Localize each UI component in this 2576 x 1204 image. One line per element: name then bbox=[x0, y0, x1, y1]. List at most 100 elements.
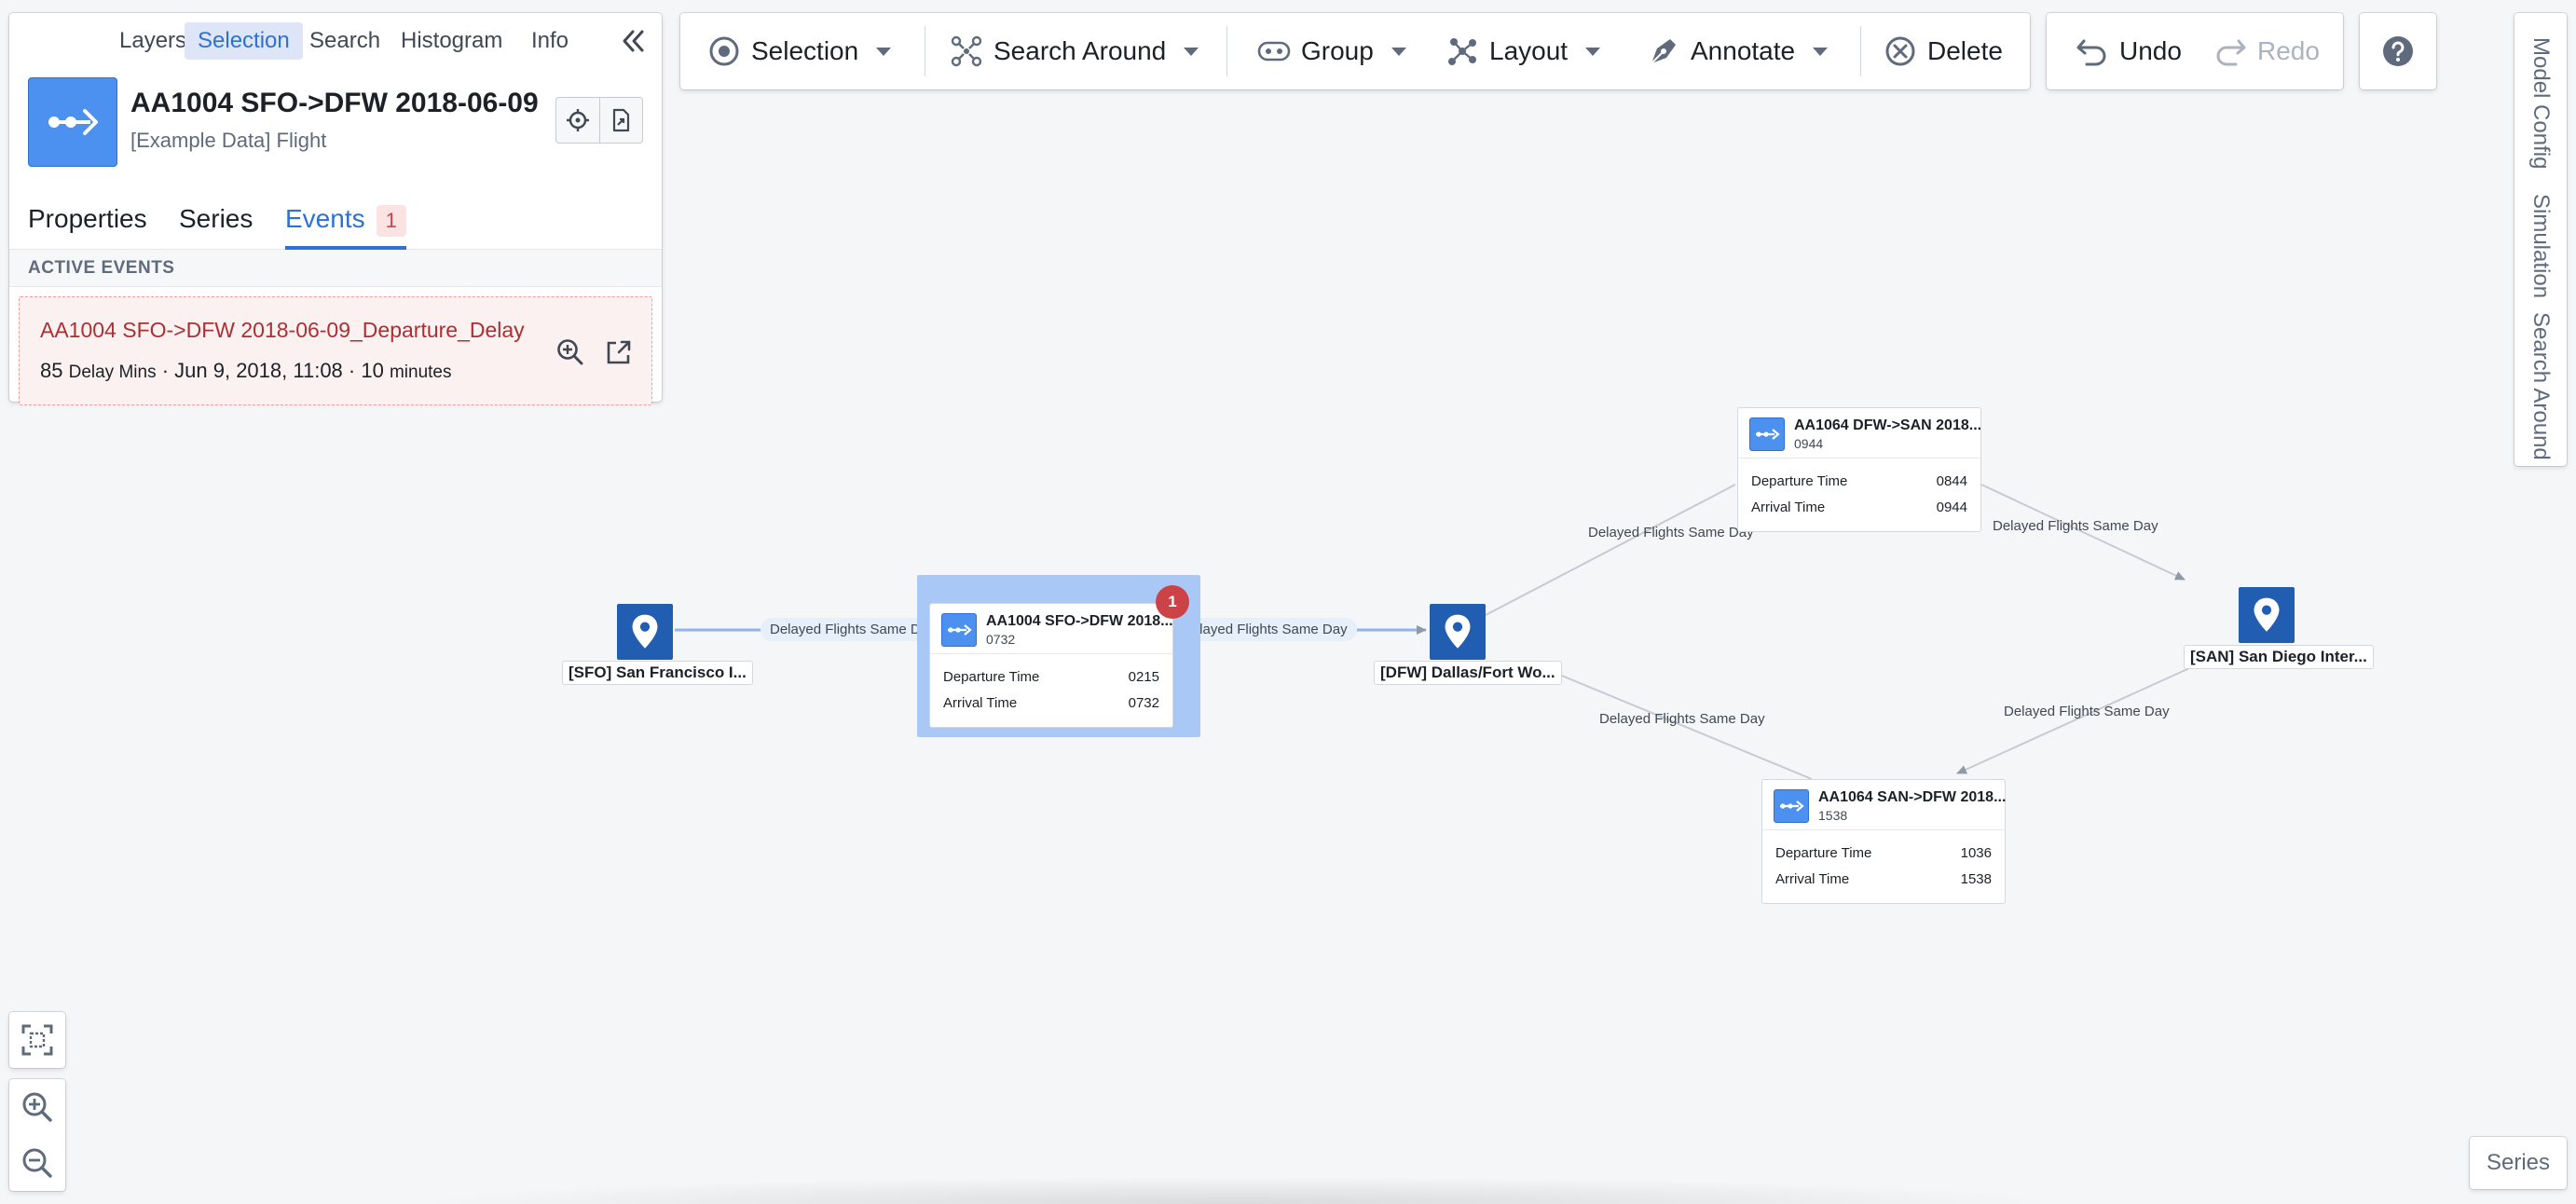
caret-down-icon bbox=[1391, 48, 1406, 56]
edge-label: Delayed Flights Same Day bbox=[1588, 525, 1754, 540]
event-meta: 85 Delay Mins · Jun 9, 2018, 11:08 · 10 … bbox=[40, 359, 452, 383]
zoom-in-icon bbox=[557, 339, 583, 365]
undo-button[interactable]: Undo bbox=[2075, 13, 2182, 89]
selection-menu-label: Selection bbox=[751, 36, 859, 65]
map-marker-icon bbox=[632, 614, 658, 649]
event-date: · Jun 9, 2018, 11:08 · bbox=[161, 359, 356, 382]
caret-down-icon bbox=[1184, 48, 1199, 56]
event-duration-value: 10 bbox=[361, 359, 384, 382]
tab-search[interactable]: Search bbox=[296, 22, 393, 60]
annotate-menu-button[interactable]: Annotate bbox=[1646, 13, 1830, 89]
open-event-button[interactable] bbox=[603, 336, 635, 368]
departure-value: 0844 bbox=[1936, 473, 1967, 489]
search-around-menu-button[interactable]: Search Around bbox=[949, 13, 1201, 89]
crosshair-icon bbox=[566, 109, 589, 131]
flight-node-header: AA1064 SAN->DFW 2018... 1538 bbox=[1762, 780, 2006, 830]
tab-info[interactable]: Info bbox=[518, 22, 582, 60]
double-chevron-left-icon bbox=[623, 30, 644, 52]
help-button[interactable] bbox=[2360, 13, 2436, 89]
undo-icon bbox=[2076, 39, 2106, 66]
event-card[interactable]: AA1004 SFO->DFW 2018-06-09_Departure_Del… bbox=[19, 296, 652, 405]
tab-properties[interactable]: Properties bbox=[28, 201, 147, 250]
help-circle-icon bbox=[2383, 36, 2413, 66]
arrival-label: Arrival Time bbox=[1751, 499, 1826, 515]
caret-down-icon bbox=[1813, 48, 1829, 56]
tab-events-label: Events bbox=[285, 204, 365, 233]
flight-node-aa1064-dfw-san[interactable]: AA1064 DFW->SAN 2018... 0944 Departure T… bbox=[1737, 407, 1981, 532]
group-menu-label: Group bbox=[1301, 36, 1374, 65]
undo-label: Undo bbox=[2119, 36, 2182, 65]
zoom-to-event-button[interactable] bbox=[555, 336, 586, 368]
departure-label: Departure Time bbox=[1775, 845, 1872, 861]
redo-button[interactable]: Redo bbox=[2213, 13, 2320, 89]
location-label-sfo: [SFO] San Francisco I... bbox=[562, 661, 753, 685]
edge-label: Delayed Flights Same Day bbox=[1993, 518, 2158, 534]
tab-model-config[interactable]: Model Config bbox=[2514, 26, 2567, 181]
panel-tabs: Layers Selection Search Histogram Info bbox=[9, 13, 662, 65]
fit-to-screen-control bbox=[9, 1012, 65, 1068]
delete-button[interactable]: Delete bbox=[1883, 13, 2003, 89]
open-document-button[interactable] bbox=[598, 98, 643, 143]
redo-icon bbox=[2216, 39, 2246, 66]
tab-selection[interactable]: Selection bbox=[185, 22, 303, 60]
flight-subtitle: 0732 bbox=[986, 632, 1016, 647]
departure-label: Departure Time bbox=[1751, 473, 1848, 489]
selection-menu-button[interactable]: Selection bbox=[706, 13, 894, 89]
event-value: 85 bbox=[40, 359, 63, 382]
graph-nodes-icon bbox=[951, 35, 982, 67]
flight-subtitle: 0944 bbox=[1794, 436, 1824, 451]
tab-events[interactable]: Events 1 bbox=[285, 201, 406, 250]
zoom-controls bbox=[9, 1079, 65, 1191]
tab-histogram[interactable]: Histogram bbox=[388, 22, 515, 60]
series-drawer-button[interactable]: Series bbox=[2470, 1137, 2567, 1189]
event-unit: Delay Mins bbox=[68, 363, 157, 382]
layout-graph-icon bbox=[1448, 38, 1476, 65]
active-events-header: ACTIVE EVENTS bbox=[9, 250, 662, 287]
location-label-dfw: [DFW] Dallas/Fort Wo... bbox=[1374, 661, 1562, 685]
selection-panel: Layers Selection Search Histogram Info A… bbox=[9, 13, 662, 405]
locate-button[interactable] bbox=[556, 98, 599, 143]
arrival-row: Arrival Time 1538 bbox=[1775, 871, 1992, 892]
toolbar-divider bbox=[1860, 26, 1861, 76]
arrival-label: Arrival Time bbox=[1775, 871, 1850, 887]
annotate-pen-icon bbox=[1651, 39, 1676, 64]
event-title: AA1004 SFO->DFW 2018-06-09_Departure_Del… bbox=[40, 318, 525, 342]
zoom-out-icon bbox=[22, 1148, 52, 1178]
events-count-badge: 1 bbox=[376, 205, 406, 237]
zoom-in-icon bbox=[22, 1092, 52, 1122]
annotate-menu-label: Annotate bbox=[1691, 36, 1796, 65]
group-menu-button[interactable]: Group bbox=[1256, 13, 1409, 89]
caret-down-icon bbox=[876, 48, 892, 56]
object-actions bbox=[555, 97, 643, 144]
group-objects-icon bbox=[1257, 41, 1291, 62]
collapse-panel-button[interactable] bbox=[617, 25, 649, 57]
arrival-row: Arrival Time 0732 bbox=[943, 695, 1159, 716]
tab-simulation[interactable]: Simulation bbox=[2514, 185, 2567, 308]
toolbar-divider bbox=[1226, 26, 1227, 76]
event-duration-unit: minutes bbox=[389, 363, 452, 382]
departure-label: Departure Time bbox=[943, 669, 1040, 685]
edge-label: Delayed Flights Same Day bbox=[1599, 711, 1765, 727]
right-side-tabs: Model Config Simulation Search Around bbox=[2514, 13, 2567, 466]
event-count-badge[interactable]: 1 bbox=[1156, 585, 1189, 619]
location-node-dfw[interactable] bbox=[1430, 604, 1486, 660]
fit-to-screen-button[interactable] bbox=[9, 1012, 65, 1068]
object-type: [Example Data] Flight bbox=[130, 129, 327, 152]
search-around-menu-label: Search Around bbox=[993, 36, 1167, 65]
tab-series[interactable]: Series bbox=[179, 201, 253, 250]
departure-row: Departure Time 1036 bbox=[1775, 845, 1992, 866]
location-node-sfo[interactable] bbox=[617, 604, 673, 660]
flight-node-aa1064-san-dfw[interactable]: AA1064 SAN->DFW 2018... 1538 Departure T… bbox=[1761, 779, 2006, 904]
flight-node-aa1004[interactable]: AA1004 SFO->DFW 2018... 0732 Departure T… bbox=[929, 603, 1173, 728]
delete-label: Delete bbox=[1927, 36, 2003, 65]
tab-search-around[interactable]: Search Around bbox=[2514, 311, 2567, 460]
layout-menu-button[interactable]: Layout bbox=[1445, 13, 1603, 89]
selection-target-icon bbox=[709, 36, 739, 66]
arrival-value: 1538 bbox=[1960, 871, 1992, 887]
flight-node-header: AA1004 SFO->DFW 2018... 0732 bbox=[930, 604, 1173, 654]
zoom-in-button[interactable] bbox=[9, 1079, 65, 1135]
layout-menu-label: Layout bbox=[1489, 36, 1569, 65]
location-node-san[interactable] bbox=[2239, 587, 2295, 643]
zoom-out-button[interactable] bbox=[9, 1135, 65, 1191]
bottom-drawer-shadow bbox=[410, 1176, 2069, 1204]
